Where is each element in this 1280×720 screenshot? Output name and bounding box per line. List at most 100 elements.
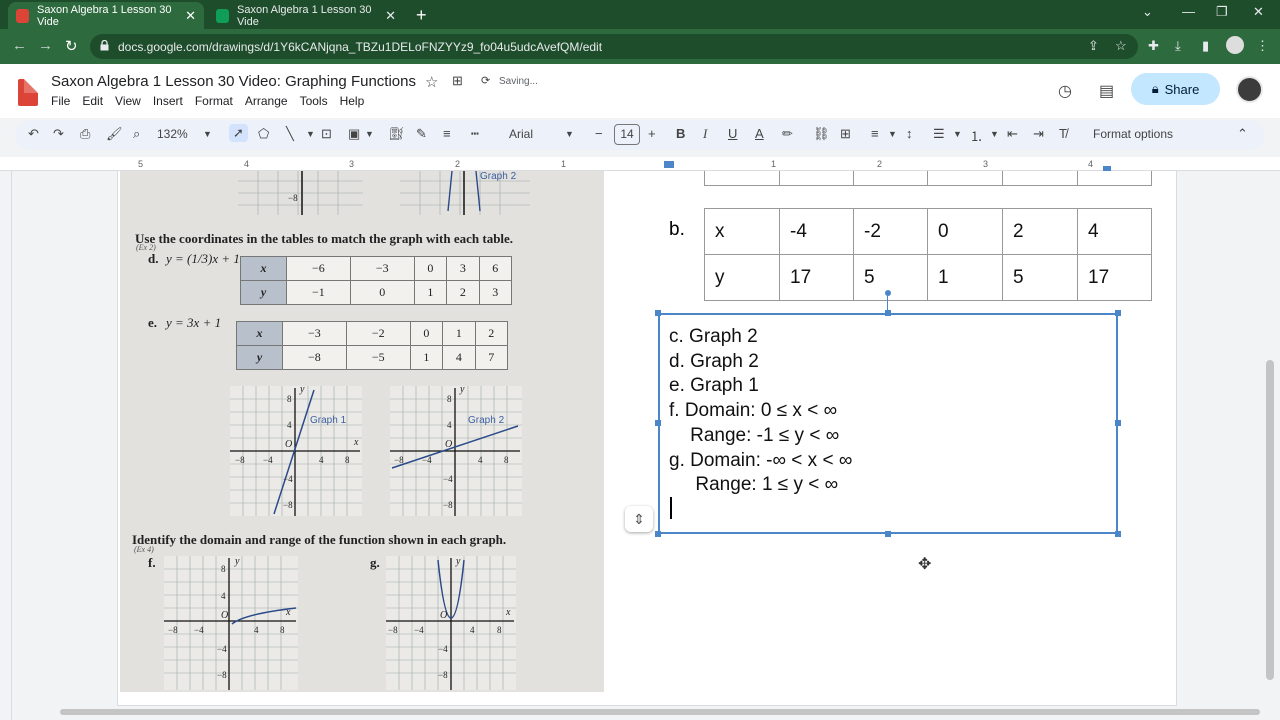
redo-icon[interactable]: ↷ [53,126,64,142]
answer-text[interactable]: c. Graph 2 d. Graph 2 e. Graph 1 f. Doma… [669,325,852,498]
highlight-icon[interactable]: ✏ [782,126,793,142]
star-icon[interactable]: ☆ [425,73,438,91]
resize-handle[interactable] [655,310,661,316]
tab-search-icon[interactable]: ⌄ [1142,4,1153,20]
resize-handle[interactable] [1115,310,1121,316]
menu-file[interactable]: File [51,94,70,108]
table-cell[interactable]: 0 [927,208,1003,255]
text-color-icon[interactable]: A [755,126,764,141]
zoom-icon[interactable]: ⌕ [133,126,140,142]
vertical-align-button[interactable]: ⇕ [625,506,653,532]
new-tab-icon[interactable]: + [416,5,427,26]
paint-format-icon[interactable]: 🖌︎ [106,126,123,142]
link-icon[interactable]: ⛓︎ [813,126,830,142]
extensions-icon[interactable]: ✚ [1148,38,1159,54]
chevron-down-icon[interactable]: ▼ [990,129,999,139]
resize-handle[interactable] [655,420,661,426]
table-cell[interactable]: 5 [1002,254,1078,301]
menu-tools[interactable]: Tools [300,94,328,108]
reload-icon[interactable]: ↻ [65,37,78,55]
italic-icon[interactable]: I [703,126,707,142]
user-avatar[interactable] [1236,76,1263,103]
back-icon[interactable]: ← [12,37,27,54]
chevron-down-icon[interactable]: ▼ [565,129,574,139]
chevron-down-icon[interactable]: ▼ [306,129,315,139]
chevron-down-icon[interactable]: ▼ [203,129,212,139]
font-size-input[interactable]: 14 [614,124,640,145]
clear-formatting-icon[interactable]: T̸ [1059,126,1067,141]
bullet-list-icon[interactable]: ☰ [933,126,945,142]
forward-icon[interactable]: → [38,37,53,54]
resize-handle[interactable] [1115,531,1121,537]
resize-handle[interactable] [655,531,661,537]
minimize-icon[interactable]: — [1182,4,1195,19]
chevron-down-icon[interactable]: ▼ [888,129,897,139]
table-cell[interactable]: -2 [853,208,928,255]
table-cell[interactable]: 17 [1077,254,1152,301]
menu-format[interactable]: Format [195,94,233,108]
restore-icon[interactable]: ❐ [1216,4,1228,20]
numbered-list-icon[interactable]: ⒈ [970,126,983,145]
vertical-scrollbar[interactable] [1266,360,1274,680]
increase-indent-icon[interactable]: ⇥ [1033,126,1044,142]
browser-tab[interactable]: Saxon Algebra 1 Lesson 30 Vide ✕ [208,2,404,29]
move-folder-icon[interactable]: ⊞ [452,73,463,89]
decrease-font-icon[interactable]: − [595,126,603,141]
menu-help[interactable]: Help [340,94,365,108]
table-cell[interactable]: 17 [779,254,854,301]
collapse-toolbar-icon[interactable]: ⌃ [1237,126,1248,142]
window-close-icon[interactable]: ✕ [1253,4,1264,20]
line-spacing-icon[interactable]: ↕ [906,126,913,141]
table-cell[interactable]: 1 [927,254,1003,301]
align-icon[interactable]: ≡ [871,126,879,141]
bookmark-star-icon[interactable]: ☆ [1115,38,1127,54]
browser-tab-active[interactable]: Saxon Algebra 1 Lesson 30 Vide ✕ [8,2,204,29]
drawings-logo-icon[interactable] [18,79,38,106]
rotate-handle[interactable] [885,290,891,296]
increase-font-icon[interactable]: + [648,126,656,141]
underline-icon[interactable]: U [728,126,737,141]
resize-handle[interactable] [1115,420,1121,426]
resize-handle[interactable] [885,310,891,316]
share-page-icon[interactable]: ⇪ [1088,38,1099,54]
menu-view[interactable]: View [115,94,141,108]
chevron-down-icon[interactable]: ▼ [365,129,374,139]
border-color-icon[interactable]: ✎ [416,126,427,142]
select-tool-icon[interactable]: ➚ [229,124,248,142]
fill-color-icon[interactable]: ⛽︎ [388,126,405,142]
format-options-button[interactable]: Format options [1093,127,1173,141]
shape-tool-icon[interactable]: ⬠ [258,126,269,142]
border-weight-icon[interactable]: ≡ [443,126,451,141]
version-history-icon[interactable]: ◷ [1058,81,1072,101]
table-cell[interactable]: 4 [1077,208,1152,255]
table-b[interactable]: x -4 -2 0 2 4 y 17 5 1 5 17 [704,208,1152,301]
line-tool-icon[interactable]: ╲ [286,126,294,142]
menu-edit[interactable]: Edit [82,94,103,108]
undo-icon[interactable]: ↶ [28,126,39,142]
decrease-indent-icon[interactable]: ⇤ [1007,126,1018,142]
share-button[interactable]: 🔒︎ Share [1131,73,1220,105]
table-cell[interactable]: 2 [1002,208,1078,255]
menu-arrange[interactable]: Arrange [245,94,288,108]
document-title[interactable]: Saxon Algebra 1 Lesson 30 Video: Graphin… [51,73,416,90]
table-cell[interactable]: x [704,208,780,255]
print-icon[interactable]: ⎙ [80,126,90,142]
table-cell[interactable]: y [704,254,780,301]
menu-kebab-icon[interactable]: ⋮ [1256,38,1269,54]
download-icon[interactable]: ⤓ [1175,38,1181,54]
textbook-scan-image[interactable]: −8 Graph 2 Use the coordinates in the ta… [120,171,604,692]
text-box-icon[interactable]: ⊡ [321,126,332,142]
horizontal-scrollbar[interactable] [60,709,1260,715]
close-tab-icon[interactable]: ✕ [385,8,396,24]
font-select[interactable]: Arial [509,127,533,141]
comment-add-icon[interactable]: ⊞ [840,126,851,142]
menu-insert[interactable]: Insert [153,94,183,108]
ruler-indent-marker[interactable] [664,161,674,168]
chevron-down-icon[interactable]: ▼ [953,129,962,139]
zoom-select[interactable]: 132% [157,127,188,141]
image-icon[interactable]: ▣ [348,126,360,142]
comments-icon[interactable]: ▤ [1099,81,1114,101]
resize-handle[interactable] [885,531,891,537]
border-dash-icon[interactable]: ┅ [471,126,479,142]
url-field[interactable]: docs.google.com/drawings/d/1Y6kCANjqna_T… [90,34,1138,59]
